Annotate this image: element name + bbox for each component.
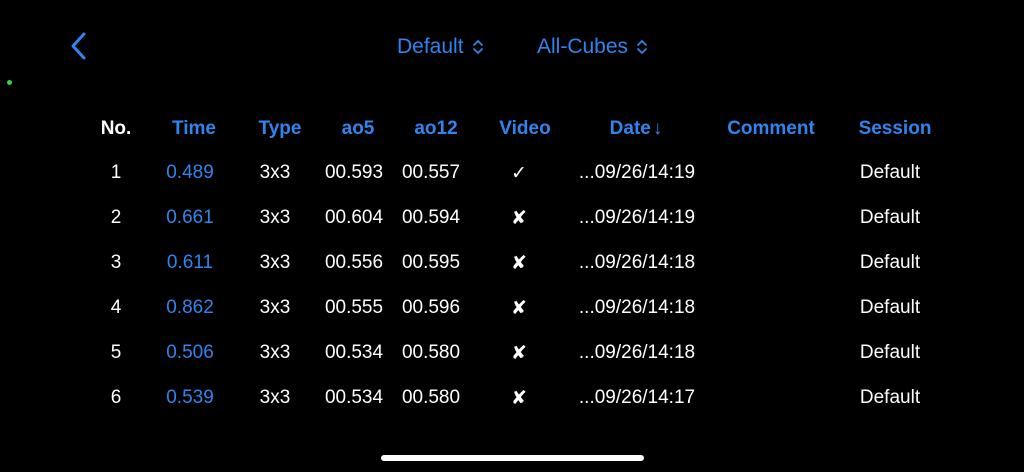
cell-type: 3x3 (259, 207, 291, 228)
header-no: No. (100, 118, 132, 139)
cell-ao5: 00.556 (324, 252, 384, 273)
cell-video-icon: ✘ (511, 298, 527, 319)
header-date[interactable]: Date ↓ (610, 118, 663, 140)
cell-session: Default (859, 297, 921, 318)
table-row[interactable]: 4 0.862 3x3 00.555 00.596 ✘ ...09/26/14:18 Defa… (0, 287, 1024, 332)
cell-video-icon: ✓ (511, 163, 527, 184)
cell-session: Default (859, 387, 921, 408)
header-ao5[interactable]: ao5 (342, 118, 375, 140)
back-button[interactable] (62, 28, 98, 64)
home-indicator[interactable] (381, 455, 644, 461)
cell-no: 4 (110, 297, 122, 318)
header-type[interactable]: Type (259, 118, 302, 140)
cell-date: ...09/26/14:17 (578, 387, 696, 408)
puzzle-picker-label: All-Cubes (537, 35, 629, 58)
cell-type: 3x3 (259, 342, 291, 363)
cell-video-icon: ✘ (511, 208, 527, 229)
cell-ao12: 00.580 (401, 387, 461, 408)
cell-time[interactable]: 0.489 (166, 162, 214, 184)
cell-type: 3x3 (259, 297, 291, 318)
up-down-chevron-icon (637, 40, 647, 54)
cell-type: 3x3 (259, 252, 291, 273)
cell-no: 6 (110, 387, 122, 408)
cell-video-icon: ✘ (511, 253, 527, 274)
cell-ao5: 00.593 (324, 162, 384, 183)
cell-date: ...09/26/14:18 (578, 297, 696, 318)
chevron-left-icon (71, 32, 86, 60)
cell-ao12: 00.557 (401, 162, 461, 183)
cell-time[interactable]: 0.862 (166, 297, 214, 319)
table-row[interactable]: 2 0.661 3x3 00.604 00.594 ✘ ...09/26/14:19 Defa… (0, 197, 1024, 242)
cell-date: ...09/26/14:18 (578, 252, 696, 273)
cell-no: 5 (110, 342, 122, 363)
cell-ao5: 00.534 (324, 342, 384, 363)
session-picker-label: Default (397, 35, 464, 58)
cell-time[interactable]: 0.611 (167, 252, 213, 274)
cell-video-icon: ✘ (511, 388, 527, 409)
cell-session: Default (859, 252, 921, 273)
header-session[interactable]: Session (859, 118, 932, 140)
header-time[interactable]: Time (172, 118, 216, 140)
cell-type: 3x3 (259, 387, 291, 408)
sort-down-arrow-icon: ↓ (652, 118, 663, 139)
cell-session: Default (859, 342, 921, 363)
header-comment[interactable]: Comment (727, 118, 815, 140)
cell-date: ...09/26/14:19 (578, 162, 696, 183)
table-header: No. Time Type ao5 ao12 Video Date ↓ Comme… (0, 116, 1024, 142)
cell-no: 3 (110, 252, 122, 273)
cell-ao5: 00.604 (324, 207, 384, 228)
status-dot (7, 80, 12, 85)
cell-no: 1 (110, 162, 122, 183)
cell-ao12: 00.595 (401, 252, 461, 273)
table-row[interactable]: 3 0.611 3x3 00.556 00.595 ✘ ...09/26/14:18 Defa… (0, 242, 1024, 287)
cell-time[interactable]: 0.539 (166, 387, 214, 409)
session-picker[interactable]: Default (397, 33, 484, 61)
cell-date: ...09/26/14:18 (578, 342, 696, 363)
cell-type: 3x3 (259, 162, 291, 183)
cell-ao12: 00.594 (401, 207, 461, 228)
cell-session: Default (859, 162, 921, 183)
cell-no: 2 (110, 207, 122, 228)
cell-date: ...09/26/14:19 (578, 207, 696, 228)
header-ao12[interactable]: ao12 (414, 118, 457, 140)
cell-ao5: 00.555 (324, 297, 384, 318)
cell-video-icon: ✘ (511, 343, 527, 364)
cell-ao5: 00.534 (324, 387, 384, 408)
table-row[interactable]: 1 0.489 3x3 00.593 00.557 ✓ ...09/26/14:19 Defa… (0, 152, 1024, 197)
header-date-label: Date (609, 118, 651, 139)
up-down-chevron-icon (472, 40, 483, 54)
header-video[interactable]: Video (499, 118, 550, 140)
cell-time[interactable]: 0.506 (166, 342, 214, 364)
cell-ao12: 00.580 (401, 342, 461, 363)
table-row[interactable]: 6 0.539 3x3 00.534 00.580 ✘ ...09/26/14:17 Defa… (0, 377, 1024, 422)
cell-session: Default (859, 207, 921, 228)
cell-time[interactable]: 0.661 (166, 207, 214, 229)
table-row[interactable]: 5 0.506 3x3 00.534 00.580 ✘ ...09/26/14:18 Defa… (0, 332, 1024, 377)
puzzle-picker[interactable]: All-Cubes (537, 33, 648, 61)
cell-ao12: 00.596 (401, 297, 461, 318)
